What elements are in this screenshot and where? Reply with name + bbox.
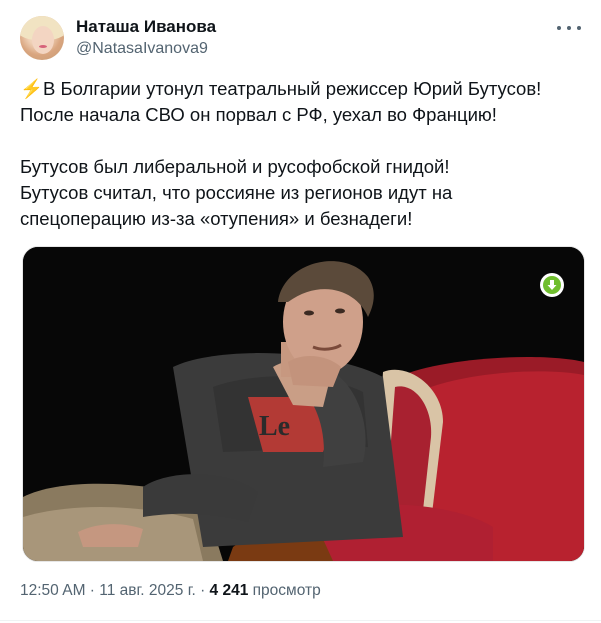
lightning-icon: ⚡ [20,78,44,99]
tweet-line-2: После начала СВО он порвал с РФ, уехал в… [20,104,497,125]
tweet-line-1: ⚡В Болгарии утонул театральный режиссер … [20,78,542,99]
tweet-text: ⚡В Болгарии утонул театральный режиссер … [20,76,586,232]
avatar[interactable] [20,16,64,60]
meta-separator: · [85,582,100,599]
tweet-photo[interactable]: Le [22,246,585,562]
tweet-date[interactable]: 11 авг. 2025 г. [99,582,195,599]
avatar-face [32,26,54,54]
more-icon[interactable] [557,18,581,38]
divider [0,620,601,621]
tweet-meta: 12:50 AM · 11 авг. 2025 г. · 4 241 просм… [20,582,321,600]
tweet-line-4: Бутусов считал, что россияне из регионов… [20,182,453,203]
meta-separator: · [195,582,210,599]
avatar-lips [39,45,47,48]
author-handle[interactable]: @NatasaIvanova9 [76,40,208,58]
tweet-time[interactable]: 12:50 AM [20,582,86,599]
shirt-logo-text: Le [259,411,290,442]
tweet-line-3: Бутусов был либеральной и русофобской гн… [20,156,450,177]
photo-illustration: Le [23,247,584,561]
tweet-line-5: спецоперацию из-за «отупения» и безнадег… [20,208,413,229]
download-icon[interactable] [540,273,564,297]
author-name[interactable]: Наташа Иванова [76,17,216,37]
views-count[interactable]: 4 241 [210,582,249,599]
views-label: просмотр [252,582,321,599]
